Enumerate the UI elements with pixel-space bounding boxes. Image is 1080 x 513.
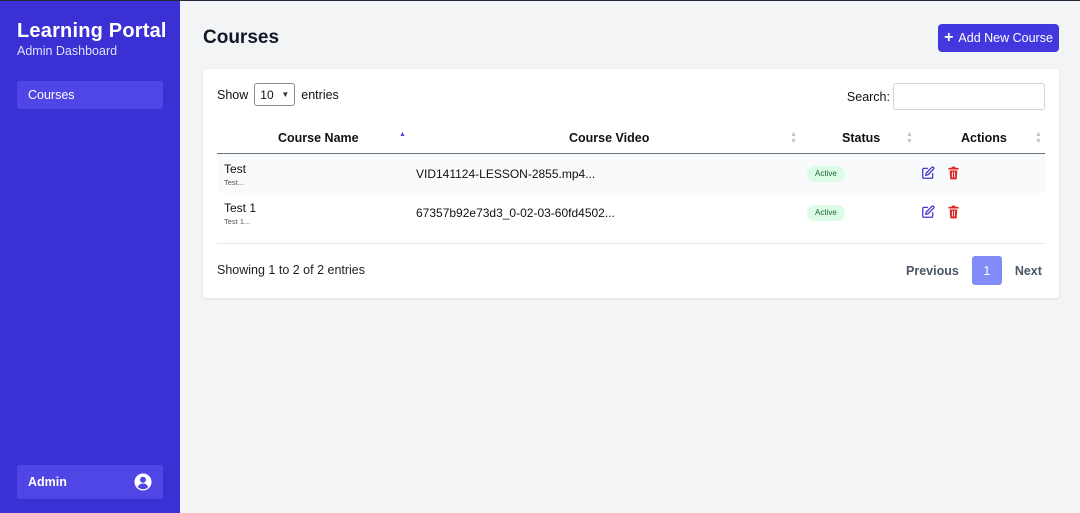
courses-table-card: Show 10 ▼ entries Search: Course Name ▲ … <box>203 69 1059 298</box>
search-input[interactable] <box>893 83 1045 110</box>
sort-icon[interactable]: ▲ ▼ <box>906 131 913 145</box>
course-description: Test 1... <box>224 217 251 226</box>
sort-icon[interactable]: ▲ ▼ <box>1035 131 1042 145</box>
brand: Learning Portal Admin Dashboard <box>17 19 167 58</box>
entries-length-control: Show 10 ▼ entries <box>217 83 339 106</box>
course-name: Test 1 <box>224 201 257 215</box>
edit-icon[interactable] <box>921 205 935 219</box>
page-button-current[interactable]: 1 <box>971 256 1002 285</box>
show-label: Show <box>217 87 249 102</box>
status-badge: Active <box>807 205 845 221</box>
courses-table: Course Name ▲ Course Video ▲ ▼ Status ▲ ▼ … <box>217 123 1045 232</box>
user-menu[interactable]: Admin <box>17 465 163 499</box>
edit-icon[interactable] <box>921 166 935 180</box>
sort-icon[interactable]: ▲ ▼ <box>790 131 797 145</box>
table-row: Test Test... VID141124-LESSON-2855.mp4..… <box>217 154 1045 193</box>
add-new-course-button[interactable]: + Add New Course <box>938 24 1059 52</box>
sort-ascending-icon[interactable]: ▲ <box>399 131 406 138</box>
previous-page-button[interactable]: Previous <box>898 264 967 278</box>
trash-icon[interactable] <box>947 166 960 180</box>
column-header-status[interactable]: Status <box>842 131 880 145</box>
sidebar-item-courses[interactable]: Courses <box>17 81 163 109</box>
table-header: Course Name ▲ Course Video ▲ ▼ Status ▲ ▼ … <box>217 123 1045 154</box>
entries-select[interactable]: 10 ▼ <box>254 83 296 106</box>
table-search: Search: <box>847 83 1045 110</box>
table-info: Showing 1 to 2 of 2 entries <box>217 263 366 277</box>
pagination: Previous 1 Next <box>898 256 1050 285</box>
user-name: Admin <box>28 475 67 489</box>
course-video: 67357b92e73d3_0-02-03-60fd4502... <box>416 206 615 220</box>
plus-icon: + <box>944 29 954 46</box>
course-name: Test <box>224 162 247 176</box>
entries-select-value: 10 <box>260 87 274 102</box>
page-title: Courses <box>203 27 280 48</box>
sidebar: Learning Portal Admin Dashboard Courses … <box>0 1 180 513</box>
brand-subtitle: Admin Dashboard <box>17 44 118 58</box>
column-header-course-video[interactable]: Course Video <box>569 131 649 145</box>
course-video: VID141124-LESSON-2855.mp4... <box>416 167 596 181</box>
column-header-course-name[interactable]: Course Name <box>278 131 359 145</box>
course-description: Test... <box>224 178 245 187</box>
user-circle-icon <box>134 473 152 491</box>
status-badge: Active <box>807 166 845 182</box>
column-header-actions[interactable]: Actions <box>961 131 1007 145</box>
brand-title: Learning Portal <box>17 20 167 42</box>
add-new-course-label: Add New Course <box>958 31 1053 45</box>
trash-icon[interactable] <box>947 205 960 219</box>
entries-label: entries <box>301 87 339 102</box>
next-page-button[interactable]: Next <box>1007 264 1050 278</box>
chevron-down-icon: ▼ <box>281 90 290 99</box>
table-row: Test 1 Test 1... 67357b92e73d3_0-02-03-6… <box>217 193 1045 232</box>
table-bottom-divider <box>217 243 1045 244</box>
search-label: Search: <box>846 89 890 104</box>
